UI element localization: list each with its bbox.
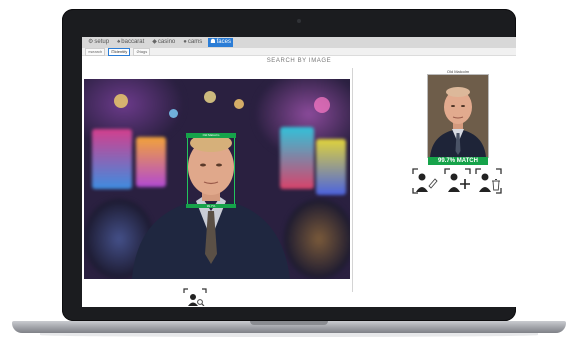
delete-person-button[interactable] (475, 168, 502, 194)
top-nav-bar: ⚙ setup ♠ baccarat ◆ casino ● cams ☗ fac… (82, 37, 516, 48)
tab-search[interactable]: ⌕search (85, 47, 106, 56)
trash-icon (492, 179, 500, 191)
cards-icon: ♠ (117, 39, 121, 45)
laptop-shadow (40, 333, 538, 337)
tab-identify[interactable]: ⊡identify (108, 47, 131, 56)
nav-item-faces[interactable]: ☗ faces (208, 38, 233, 47)
nav-item-label: setup (94, 39, 110, 45)
gear-icon: ⚙ (88, 39, 94, 45)
page-title: SEARCH BY IMAGE (266, 58, 332, 64)
tab-label: tags (139, 48, 148, 54)
match-confidence-badge: 99.7% MATCH (428, 157, 488, 165)
pencil-icon (428, 178, 438, 189)
app-screen: ⚙ setup ♠ baccarat ◆ casino ● cams ☗ fac… (82, 37, 516, 307)
search-by-image-button[interactable] (183, 288, 207, 306)
tab-label: identify (114, 48, 128, 54)
nav-item-cams[interactable]: ● cams (181, 38, 204, 47)
tab-tags[interactable]: ⊘tags (133, 47, 151, 56)
nav-item-baccarat[interactable]: ♠ baccarat (115, 38, 146, 47)
panel-divider (352, 68, 353, 292)
match-photo[interactable] (427, 74, 489, 158)
plus-icon (460, 179, 470, 189)
nav-item-label: cams (187, 39, 203, 45)
face-detection-name-label: Old Malcolm (186, 133, 236, 138)
nav-item-label: baccarat (121, 39, 145, 45)
face-detection-score-label: 99.7% (186, 204, 236, 208)
faces-icon: ☗ (210, 39, 216, 45)
laptop-hinge-notch (250, 321, 328, 325)
add-person-button[interactable] (444, 168, 471, 194)
search-image: Old Malcolm 99.7% (84, 79, 350, 279)
sub-tab-bar: ⌕search ⊡identify ⊘tags (82, 47, 516, 56)
face-detection-box[interactable] (187, 134, 235, 208)
webcam (297, 19, 301, 23)
match-person-name: Old Malcolm (446, 69, 470, 74)
match-person-portrait (428, 75, 488, 157)
casino-icon: ◆ (152, 39, 157, 45)
edit-person-button[interactable] (412, 168, 439, 194)
nav-item-label: faces (216, 39, 231, 45)
camera-icon: ● (183, 39, 187, 45)
nav-item-label: casino (157, 39, 176, 45)
nav-item-casino[interactable]: ◆ casino (150, 38, 177, 47)
nav-item-setup[interactable]: ⚙ setup (86, 38, 111, 47)
tab-label: search (90, 48, 103, 54)
